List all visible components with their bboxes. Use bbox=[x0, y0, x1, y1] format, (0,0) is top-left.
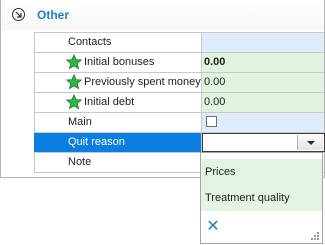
green-star-icon bbox=[66, 54, 82, 70]
dropdown-button[interactable] bbox=[297, 135, 323, 150]
quit-reason-dropdown[interactable] bbox=[202, 133, 325, 152]
row-quit-reason[interactable]: Quit reason bbox=[34, 133, 325, 153]
row-label-cell: Initial debt bbox=[34, 93, 201, 112]
row-label: Note bbox=[68, 156, 92, 168]
dropdown-option-prices[interactable]: Prices bbox=[201, 159, 322, 185]
quit-reason-dropdown-list: Prices Treatment quality ✕ bbox=[200, 152, 323, 244]
row-label-cell: Previously spent money bbox=[34, 73, 201, 92]
row-label-cell: Initial bonuses bbox=[34, 53, 201, 72]
close-icon[interactable]: ✕ bbox=[205, 217, 221, 237]
row-main[interactable]: Main bbox=[34, 113, 324, 133]
initial-debt-value[interactable]: 0.00 bbox=[201, 93, 324, 112]
dropdown-option-treatment-quality[interactable]: Treatment quality bbox=[201, 185, 322, 211]
row-label: Contacts bbox=[68, 36, 112, 48]
row-label: Initial bonuses bbox=[84, 56, 155, 68]
row-label-cell: Note bbox=[34, 153, 201, 172]
green-star-icon bbox=[66, 74, 82, 90]
row-label: Main bbox=[68, 116, 92, 128]
section-header[interactable]: Other bbox=[1, 0, 324, 30]
row-previously-spent-money[interactable]: Previously spent money 0.00 bbox=[34, 73, 324, 93]
chevron-down-icon bbox=[307, 141, 315, 145]
initial-bonuses-value[interactable]: 0.00 bbox=[201, 53, 324, 72]
resize-grip-icon[interactable] bbox=[311, 232, 319, 240]
row-label-cell: Quit reason bbox=[34, 133, 201, 152]
row-contacts[interactable]: Contacts bbox=[34, 33, 324, 53]
row-label: Quit reason bbox=[68, 136, 125, 148]
collapse-up-icon[interactable] bbox=[12, 8, 25, 21]
main-checkbox[interactable] bbox=[206, 116, 217, 127]
row-label-cell: Contacts bbox=[34, 33, 201, 52]
row-initial-bonuses[interactable]: Initial bonuses 0.00 bbox=[34, 53, 324, 73]
green-star-icon bbox=[66, 94, 82, 110]
quit-reason-value-cell bbox=[201, 133, 325, 152]
row-label: Previously spent money bbox=[84, 76, 201, 88]
row-label-cell: Main bbox=[34, 113, 201, 132]
contacts-value[interactable] bbox=[201, 33, 324, 52]
main-value-cell bbox=[201, 113, 324, 132]
row-initial-debt[interactable]: Initial debt 0.00 bbox=[34, 93, 324, 113]
row-label: Initial debt bbox=[84, 96, 135, 108]
section-title: Other bbox=[37, 8, 70, 22]
previously-spent-money-value[interactable]: 0.00 bbox=[201, 73, 324, 92]
